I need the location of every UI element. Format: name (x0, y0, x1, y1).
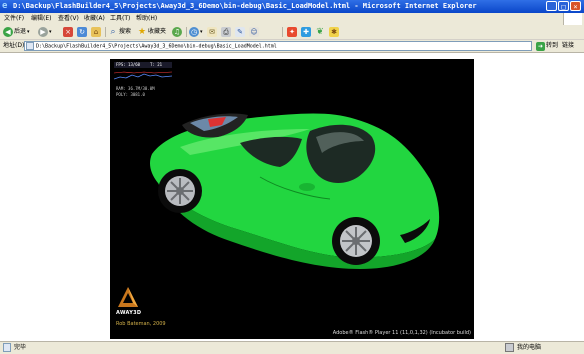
back-label: 后退 (14, 28, 27, 35)
refresh-icon: ↻ (77, 27, 87, 37)
history-button[interactable]: ◷ ▾ (189, 26, 203, 38)
my-computer-icon (505, 343, 514, 352)
address-label: 地址(D) (3, 42, 25, 49)
tris-readout: T: 21 (150, 62, 163, 67)
back-button[interactable]: ◀ 后退 ▾ (3, 26, 30, 38)
links-button[interactable]: 链接 (562, 40, 574, 52)
author-credit: Rob Bateman, 2009 (116, 321, 166, 327)
mail-button[interactable]: ✉ (207, 26, 217, 38)
toolbar-separator (105, 27, 106, 37)
maximize-button[interactable]: □ (558, 1, 569, 11)
stats-graph (114, 71, 172, 80)
messenger-icon: ☺ (249, 27, 259, 37)
window-title-bar: e D:\Backup\FlashBuilder4_5\Projects\Awa… (0, 0, 584, 13)
addon-red-icon: ✦ (287, 27, 297, 37)
fps-readout: FPS: 13/60 (116, 62, 141, 67)
favorites-label: 收藏夹 (148, 28, 167, 35)
go-button[interactable]: ➜ 转到 (536, 41, 558, 51)
home-button[interactable]: ⌂ (91, 26, 101, 38)
status-text: 完毕 (14, 344, 27, 351)
forward-arrow-icon: ▶ (38, 27, 48, 37)
addon-button-4[interactable]: ✱ (329, 26, 339, 38)
edit-page-icon: ✎ (235, 27, 245, 37)
print-button[interactable]: ⎙ (221, 26, 231, 38)
addon-button-1[interactable]: ✦ (287, 26, 297, 38)
page-icon (26, 42, 34, 50)
stats-overlay: FPS: 13/60 T: 21 RAM: 36.7M/38.0M POLY: … (114, 62, 172, 106)
menu-tools[interactable]: 工具(T) (110, 13, 130, 25)
flash-player-version: Adobe® Flash® Player 11 (11,0,1,32) (Inc… (332, 330, 471, 336)
toolbar-separator (282, 27, 283, 37)
search-icon: ⌕ (110, 27, 116, 37)
search-button[interactable]: ⌕ 搜索 (108, 26, 131, 38)
back-dropdown-icon[interactable]: ▾ (27, 26, 30, 38)
front-rim-spokes (342, 227, 370, 255)
away3d-logo-text: AWAY3D (116, 310, 142, 316)
address-input[interactable]: D:\Backup\FlashBuilder4_5\Projects\Away3… (24, 41, 532, 51)
favorites-button[interactable]: ★ 收藏夹 (137, 26, 166, 38)
history-icon: ◷ (189, 27, 199, 37)
menu-file[interactable]: 文件(F) (4, 13, 24, 25)
edit-page-button[interactable]: ✎ (235, 26, 245, 38)
printer-icon: ⎙ (221, 27, 231, 37)
ie-logo-icon: e (2, 1, 8, 11)
toolbar-separator (186, 27, 187, 37)
stop-icon: × (63, 27, 73, 37)
menu-view[interactable]: 查看(V) (58, 13, 79, 25)
forward-button[interactable]: ▶ ▾ (38, 26, 52, 38)
minimize-button[interactable]: _ (546, 1, 557, 11)
zone-text: 我的电脑 (517, 344, 542, 351)
go-arrow-icon: ➜ (536, 41, 545, 51)
addon-button-3[interactable]: ❦ (315, 26, 325, 38)
back-arrow-icon: ◀ (3, 27, 13, 37)
go-label: 转到 (546, 42, 559, 49)
mail-icon: ✉ (207, 27, 217, 37)
window-title: D:\Backup\FlashBuilder4_5\Projects\Away3… (13, 2, 477, 10)
refresh-button[interactable]: ↻ (77, 26, 87, 38)
forward-dropdown-icon[interactable]: ▾ (49, 26, 52, 38)
media-icon: ♫ (172, 27, 182, 37)
addon-button-2[interactable]: ✚ (301, 26, 311, 38)
menu-favorites[interactable]: 收藏(A) (84, 13, 105, 25)
home-icon: ⌂ (91, 27, 101, 37)
ram-readout: RAM: 36.7M/38.0M (116, 86, 155, 91)
menu-edit[interactable]: 编辑(E) (31, 13, 51, 25)
side-mirror (299, 183, 315, 191)
windows-logo-icon (563, 13, 582, 25)
page-viewport: FPS: 13/60 T: 21 RAM: 36.7M/38.0M POLY: … (0, 53, 584, 341)
addon-blue-icon: ✚ (301, 27, 311, 37)
toolbar: ◀ 后退 ▾ ▶ ▾ × ↻ ⌂ ⌕ 搜索 ★ 收藏夹 ♫ ◷ ▾ ✉ ⎙ ✎ … (0, 25, 584, 40)
stop-button[interactable]: × (63, 26, 73, 38)
menu-help[interactable]: 帮助(H) (136, 13, 157, 25)
addon-green-leaf-icon: ❦ (316, 27, 324, 37)
history-dropdown-icon[interactable]: ▾ (200, 26, 203, 38)
page-done-icon (3, 343, 11, 352)
flash-player-area[interactable]: FPS: 13/60 T: 21 RAM: 36.7M/38.0M POLY: … (110, 59, 474, 339)
poly-readout: POLY: 3081.0 (116, 92, 145, 97)
media-button[interactable]: ♫ (172, 26, 182, 38)
addon-yellow-icon: ✱ (329, 27, 339, 37)
favorites-star-icon: ★ (137, 27, 147, 37)
search-label: 搜索 (119, 28, 132, 35)
close-button[interactable]: × (570, 1, 581, 11)
address-bar: 地址(D) D:\Backup\FlashBuilder4_5\Projects… (0, 40, 584, 53)
away3d-logo-icon (118, 287, 138, 307)
messenger-button[interactable]: ☺ (249, 26, 259, 38)
address-url: D:\Backup\FlashBuilder4_5\Projects\Away3… (36, 43, 277, 50)
status-bar: 完毕 我的电脑 (0, 341, 584, 354)
